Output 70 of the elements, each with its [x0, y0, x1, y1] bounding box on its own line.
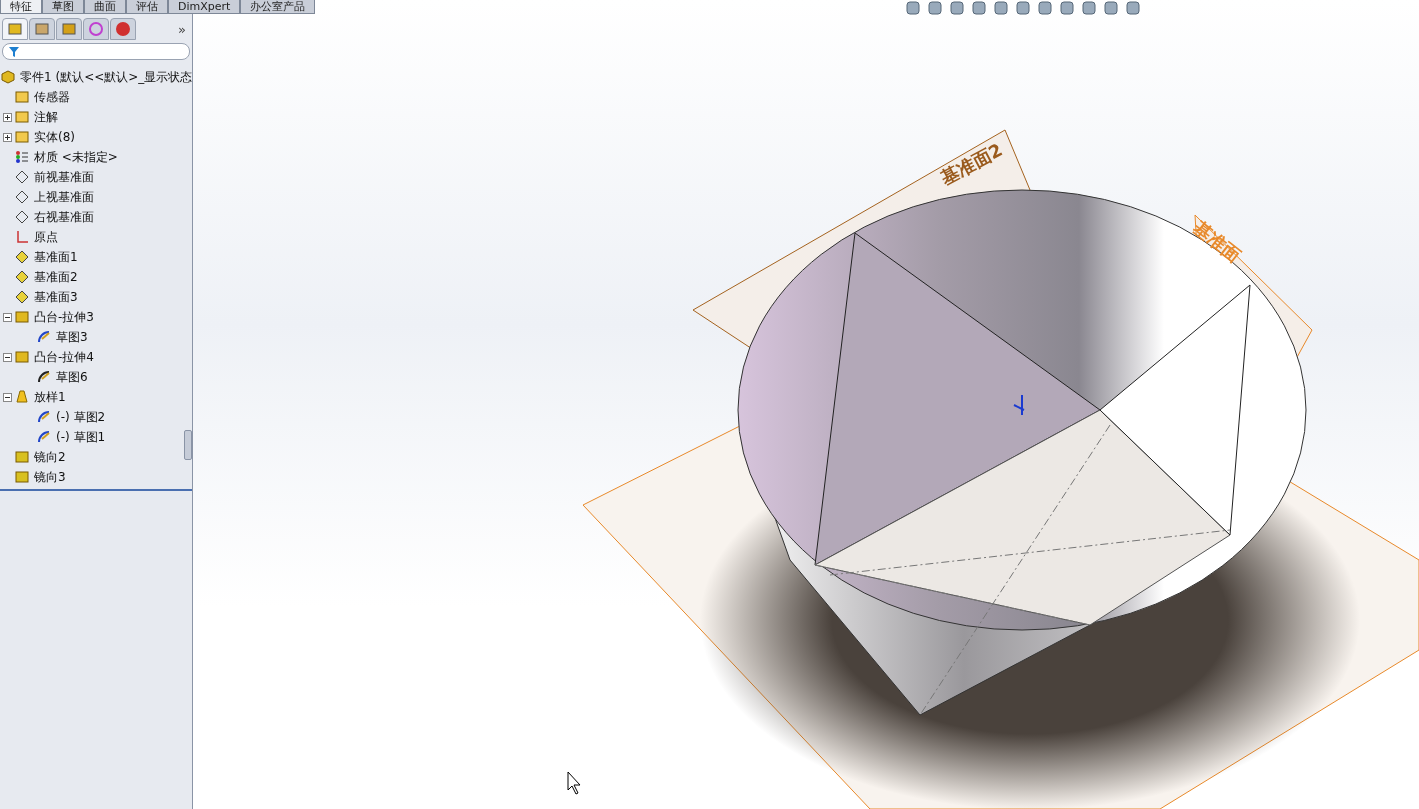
ribbon-tab[interactable]: DimXpert: [168, 0, 241, 14]
filter-field[interactable]: [2, 43, 190, 60]
view-toolbar-icon[interactable]: [927, 0, 943, 16]
refplane-icon: [14, 269, 30, 285]
material-icon: [14, 149, 30, 165]
ribbon-tab[interactable]: 评估: [126, 0, 168, 14]
tree-item[interactable]: 基准面2: [34, 268, 78, 286]
panel-tab[interactable]: [83, 18, 109, 40]
panel-tab[interactable]: [56, 18, 82, 40]
panel-tab[interactable]: [29, 18, 55, 40]
refplane-icon: [14, 249, 30, 265]
cursor-icon: [567, 771, 581, 795]
tree-item[interactable]: 凸台-拉伸3: [34, 308, 94, 326]
view-toolbar-icon[interactable]: [993, 0, 1009, 16]
tree-item[interactable]: (-) 草图1: [56, 428, 106, 446]
origin-icon: [14, 229, 30, 245]
tree-item[interactable]: 基准面3: [34, 288, 78, 306]
sketch-icon: [36, 329, 52, 345]
tree-item[interactable]: 放样1: [34, 388, 66, 406]
tree-item[interactable]: 右视基准面: [34, 208, 94, 226]
tree-item[interactable]: 凸台-拉伸4: [34, 348, 94, 366]
tree-item[interactable]: 上视基准面: [34, 188, 94, 206]
view-toolbar-icon[interactable]: [971, 0, 987, 16]
view-toolbar-icon[interactable]: [1015, 0, 1031, 16]
panel-splitter-handle[interactable]: [184, 430, 192, 460]
plane-icon: [14, 189, 30, 205]
more-tabs-button[interactable]: »: [178, 21, 186, 37]
sketch-icon: [36, 429, 52, 445]
collapse-icon[interactable]: [3, 392, 12, 402]
tree-item[interactable]: 材质 <未指定>: [34, 148, 118, 166]
tree-item[interactable]: 注解: [34, 108, 58, 126]
tree-item[interactable]: 草图6: [56, 368, 88, 386]
triad-icon: [1013, 394, 1025, 416]
tree-item[interactable]: 草图3: [56, 328, 88, 346]
collapse-icon[interactable]: [3, 352, 12, 362]
collapse-icon[interactable]: [3, 312, 12, 322]
view-toolbar-icon[interactable]: [949, 0, 965, 16]
tree-item[interactable]: 镜向3: [34, 468, 66, 486]
filter-icon: [8, 45, 20, 58]
plane-label: 基准面2: [937, 138, 1006, 189]
ribbon-tab[interactable]: 特征: [0, 0, 42, 14]
sketch-icon: [36, 409, 52, 425]
view-toolbar-icon[interactable]: [1081, 0, 1097, 16]
expand-icon[interactable]: [3, 132, 12, 142]
tree-item[interactable]: 传感器: [34, 88, 70, 106]
tree-item[interactable]: (-) 草图2: [56, 408, 106, 426]
ribbon-tab[interactable]: 草图: [42, 0, 84, 14]
plane-icon: [14, 169, 30, 185]
view-toolbar-icon[interactable]: [1125, 0, 1141, 16]
ribbon-tab[interactable]: 办公室产品: [240, 0, 316, 14]
tree-item[interactable]: 基准面1: [34, 248, 78, 266]
panel-tab[interactable]: [2, 18, 28, 40]
view-toolbar-icon[interactable]: [1103, 0, 1119, 16]
tree-item[interactable]: 镜向2: [34, 448, 66, 466]
plane-label: 基准面: [1189, 216, 1245, 267]
tree-item[interactable]: 前视基准面: [34, 168, 94, 186]
part-icon: [0, 69, 16, 85]
view-toolbar-icon[interactable]: [905, 0, 921, 16]
ribbon-tab[interactable]: 曲面: [84, 0, 126, 14]
tree-item[interactable]: 原点: [34, 228, 58, 246]
sketch-icon: [36, 369, 52, 385]
plane-icon: [14, 209, 30, 225]
view-toolbar-icon[interactable]: [1037, 0, 1053, 16]
panel-tab[interactable]: [110, 18, 136, 40]
refplane-icon: [14, 289, 30, 305]
loft-icon: [14, 389, 30, 405]
tree-item[interactable]: 实体(8): [34, 128, 75, 146]
tree-item[interactable]: 零件1 (默认<<默认>_显示状态: [20, 68, 193, 86]
expand-icon[interactable]: [3, 112, 12, 122]
view-toolbar-icon[interactable]: [1059, 0, 1075, 16]
